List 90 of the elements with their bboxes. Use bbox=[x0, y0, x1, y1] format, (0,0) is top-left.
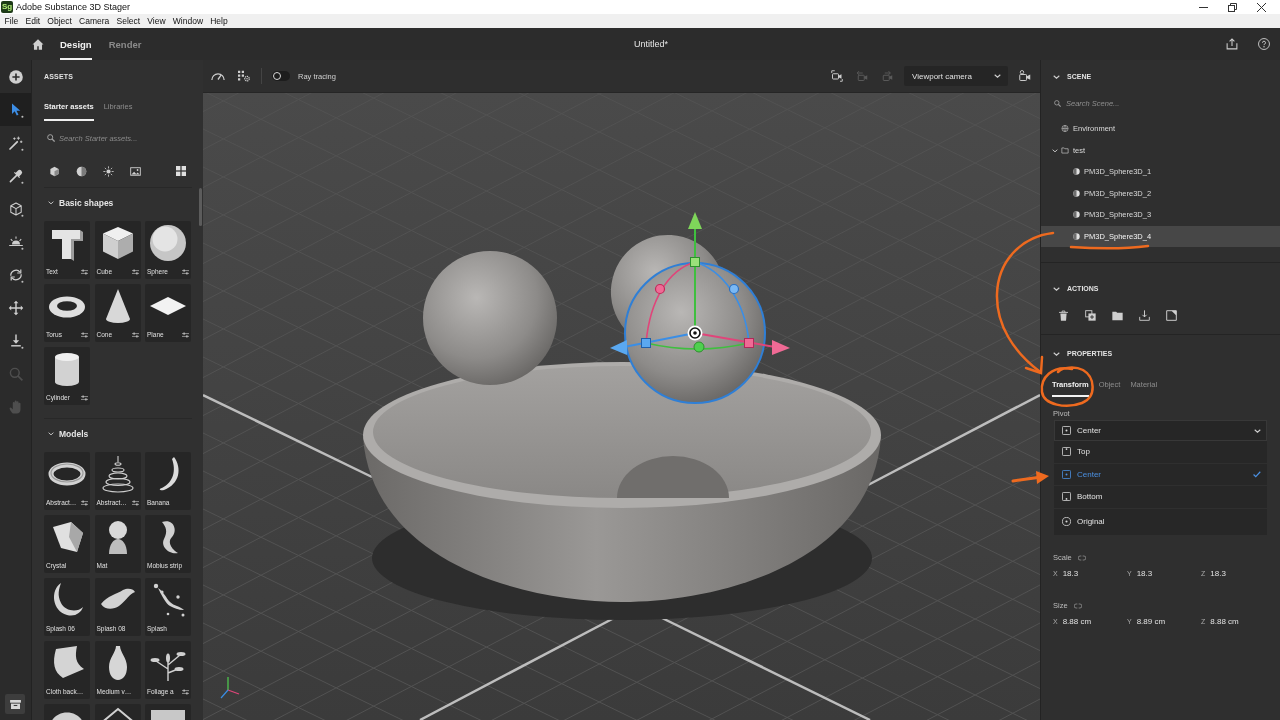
section-title: Basic shapes bbox=[59, 198, 114, 208]
half-filled-circle-icon bbox=[1073, 168, 1080, 176]
home-icon[interactable] bbox=[32, 38, 44, 50]
chevron-down-icon bbox=[994, 74, 1001, 78]
sliders-icon[interactable] bbox=[131, 331, 139, 338]
grid-gear-icon[interactable] bbox=[238, 70, 250, 82]
toggle-switch[interactable] bbox=[272, 71, 290, 81]
camera-dropdown[interactable]: Viewport camera bbox=[904, 66, 1008, 86]
trash-icon[interactable] bbox=[1058, 309, 1069, 321]
axis-orientation-icon bbox=[220, 676, 240, 699]
chevron-icon[interactable] bbox=[1052, 148, 1058, 152]
transform-gizmo[interactable] bbox=[610, 212, 790, 404]
half-filled-circle-icon bbox=[1073, 211, 1080, 219]
archive-box-icon bbox=[9, 699, 21, 709]
chevron-icon[interactable] bbox=[1053, 286, 1060, 291]
sphere-thumbnail bbox=[148, 223, 188, 263]
restore-icon[interactable] bbox=[1228, 2, 1237, 12]
archive-button[interactable] bbox=[5, 694, 25, 714]
tray-arrow-down-icon[interactable] bbox=[1139, 309, 1150, 321]
number-field[interactable]: 18.3 bbox=[1210, 569, 1226, 578]
folder-icon[interactable] bbox=[1112, 309, 1123, 321]
chain-link-icon[interactable] bbox=[1077, 554, 1086, 561]
sliders-icon[interactable] bbox=[131, 268, 139, 275]
dropdown-option[interactable]: Center bbox=[1054, 463, 1267, 486]
menu-item[interactable]: Window bbox=[169, 15, 207, 27]
menu-item[interactable]: Camera bbox=[75, 15, 113, 27]
annotation-arrow bbox=[1011, 471, 1049, 484]
grid-view-icon[interactable] bbox=[176, 166, 186, 176]
tool-button[interactable] bbox=[0, 93, 31, 126]
search-icon bbox=[47, 134, 55, 142]
sliders-icon[interactable] bbox=[81, 268, 88, 275]
sliders-icon[interactable] bbox=[182, 268, 189, 275]
menu-item[interactable]: Object bbox=[43, 15, 76, 27]
circle-dot-icon bbox=[1062, 517, 1071, 526]
sliders-icon[interactable] bbox=[131, 499, 139, 506]
sliders-icon[interactable] bbox=[182, 688, 189, 695]
shaded-cube-icon[interactable] bbox=[49, 165, 60, 177]
duplicate-icon[interactable] bbox=[1085, 309, 1096, 321]
half-filled-circle-icon bbox=[1073, 189, 1080, 197]
menu-item[interactable]: File bbox=[1, 15, 22, 27]
share-icon[interactable] bbox=[1226, 38, 1238, 50]
number-field[interactable]: 8.89 cm bbox=[1136, 617, 1166, 626]
search-icon bbox=[1054, 99, 1061, 107]
dropdown-option[interactable]: Bottom bbox=[1054, 486, 1267, 509]
camera-frame-icon[interactable] bbox=[831, 70, 843, 82]
globe-icon bbox=[1061, 125, 1069, 133]
help-icon[interactable] bbox=[1258, 38, 1270, 50]
checkmark-icon bbox=[1253, 470, 1261, 478]
number-field[interactable]: 18.3 bbox=[1062, 569, 1079, 578]
selected-sphere[interactable] bbox=[625, 263, 765, 403]
shaded-sphere-icon[interactable] bbox=[76, 165, 87, 177]
app-logo: Sg bbox=[1, 1, 13, 13]
chevron-icon[interactable] bbox=[48, 432, 54, 436]
camera-icon[interactable] bbox=[1019, 70, 1031, 82]
chevron-icon[interactable] bbox=[1053, 74, 1060, 79]
pivot-dropdown[interactable]: Center bbox=[1054, 420, 1267, 441]
square-dot-top-icon bbox=[1062, 447, 1071, 457]
minimize-icon[interactable] bbox=[1199, 6, 1208, 8]
half-filled-circle-icon bbox=[1073, 232, 1080, 240]
sliders-icon[interactable] bbox=[81, 394, 88, 401]
image-icon[interactable] bbox=[130, 165, 141, 177]
gauge-icon[interactable] bbox=[211, 71, 225, 81]
menu-item[interactable]: View bbox=[143, 15, 170, 27]
menu-item[interactable]: Help bbox=[206, 15, 232, 27]
chevron-icon[interactable] bbox=[48, 201, 54, 205]
sphere[interactable] bbox=[423, 251, 557, 385]
document-title: Untitled* bbox=[634, 39, 668, 49]
dropdown-option[interactable]: Top bbox=[1054, 441, 1267, 464]
chevron-icon[interactable] bbox=[1053, 351, 1060, 356]
folder-outline-icon bbox=[1061, 146, 1069, 154]
menu-item[interactable]: Edit bbox=[21, 15, 44, 27]
section-title: Models bbox=[59, 429, 89, 439]
window-title: Adobe Substance 3D Stager bbox=[16, 2, 131, 12]
number-field[interactable]: 8.88 cm bbox=[1062, 617, 1092, 626]
sliders-icon[interactable] bbox=[81, 499, 88, 506]
dropdown-option[interactable]: Original bbox=[1054, 508, 1267, 535]
number-field[interactable]: 8.88 cm bbox=[1210, 617, 1239, 626]
bowl[interactable] bbox=[363, 362, 881, 602]
chain-link-icon[interactable] bbox=[1073, 602, 1082, 609]
workspace-tab[interactable]: Render bbox=[108, 28, 142, 60]
page-corner-icon[interactable] bbox=[1166, 309, 1177, 321]
sliders-icon[interactable] bbox=[81, 331, 88, 338]
square-dot-center-icon bbox=[1062, 426, 1071, 435]
menu-item[interactable]: Select bbox=[112, 15, 144, 27]
sliders-icon[interactable] bbox=[182, 331, 189, 338]
square-dot-center-icon bbox=[1062, 469, 1071, 479]
square-dot-bottom-icon bbox=[1062, 492, 1071, 502]
sun-icon[interactable] bbox=[103, 165, 114, 177]
close-icon[interactable] bbox=[1257, 2, 1266, 12]
number-field[interactable]: 18.3 bbox=[1136, 569, 1153, 578]
